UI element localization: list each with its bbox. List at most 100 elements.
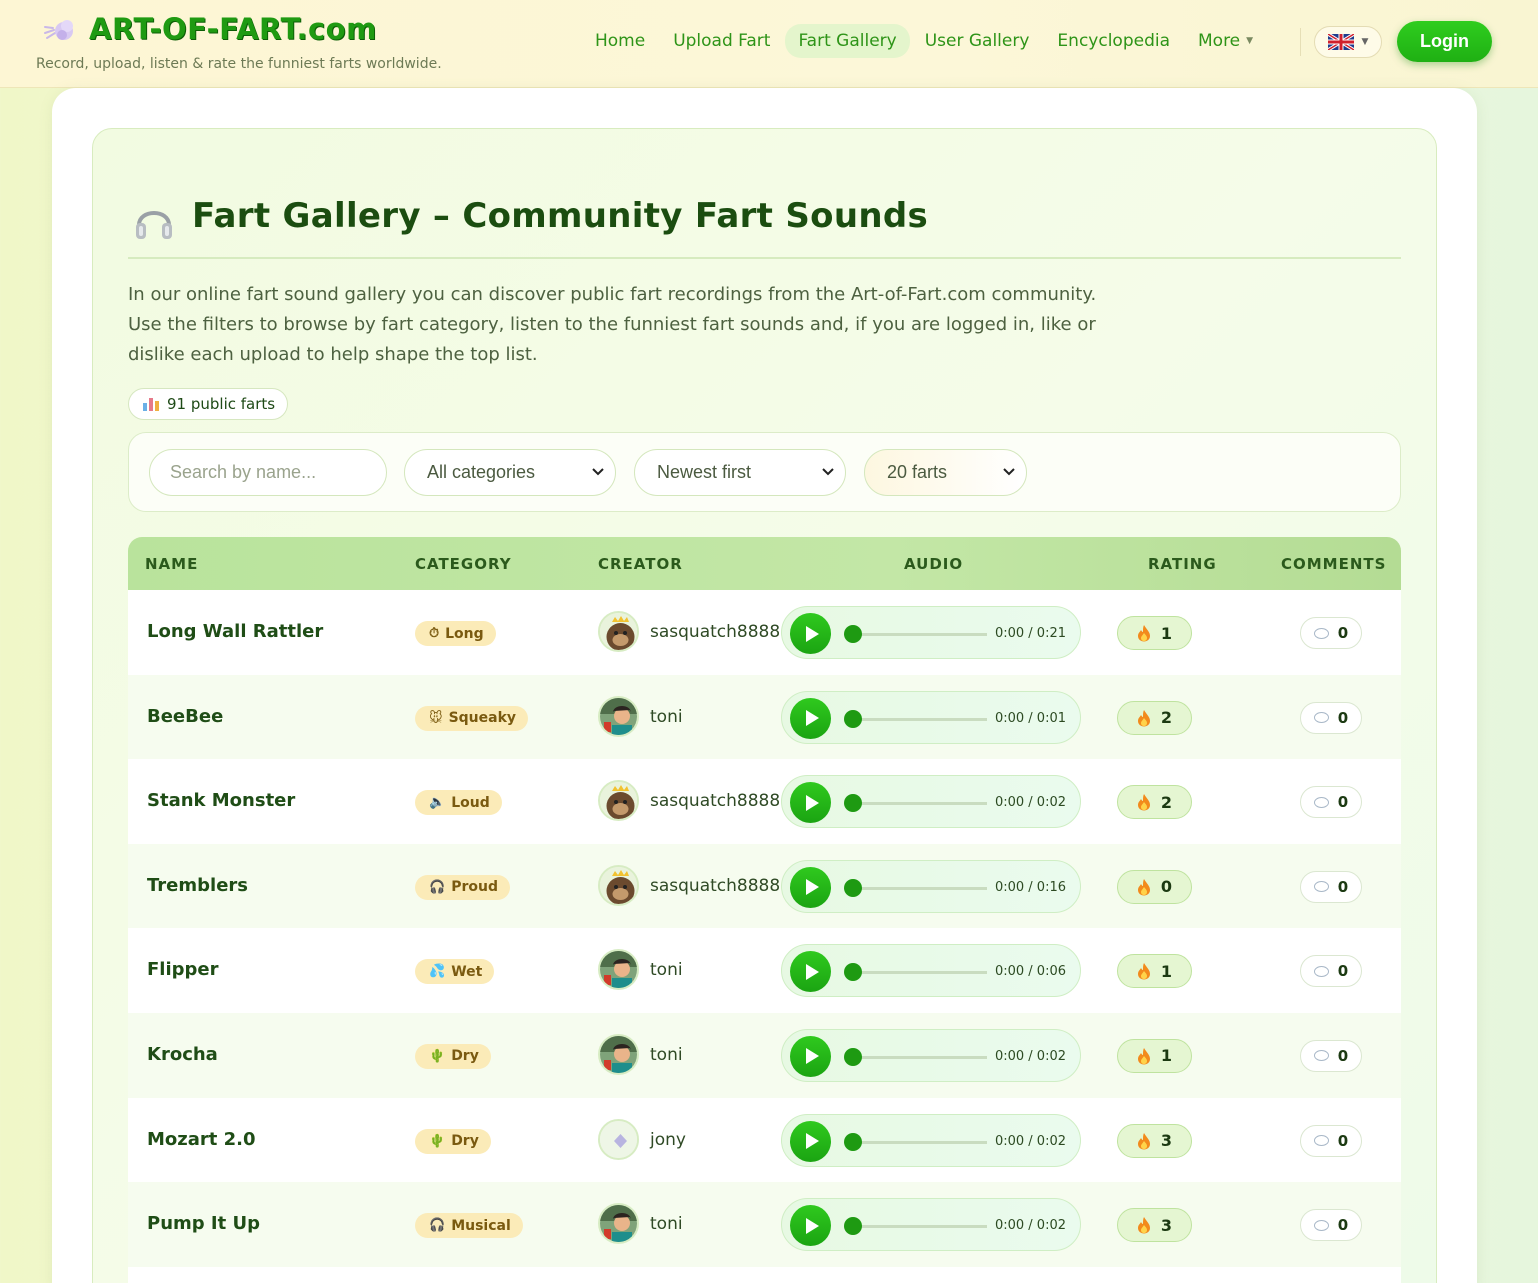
headphones-icon: 🎧 [429, 1218, 446, 1234]
audio-progress-thumb[interactable] [844, 878, 862, 897]
comments-badge[interactable]: 0 [1300, 955, 1362, 988]
col-header-rating[interactable]: RATING [1148, 555, 1217, 573]
site-logo-text[interactable]: ART-OF-FART.com [89, 12, 377, 46]
fart-name-link[interactable]: Pump It Up [147, 1213, 260, 1234]
speech-bubble-icon [1313, 712, 1329, 724]
audio-progress-thumb[interactable] [844, 794, 862, 813]
audio-progress-thumb[interactable] [844, 1217, 862, 1236]
col-header-name[interactable]: NAME [145, 555, 198, 573]
audio-progress-thumb[interactable] [844, 625, 862, 643]
sort-select[interactable]: Newest first [634, 449, 846, 496]
play-icon [806, 879, 819, 896]
category-select-value: All categories [427, 462, 536, 482]
rating-badge[interactable]: 3 [1117, 1208, 1192, 1243]
fart-name-link[interactable]: Mozart 2.0 [147, 1129, 256, 1150]
comments-badge[interactable]: 0 [1300, 1124, 1362, 1157]
play-button[interactable] [790, 1205, 831, 1247]
audio-progress-track[interactable] [852, 971, 987, 975]
audio-progress-thumb[interactable] [844, 1132, 862, 1151]
audio-progress-track[interactable] [852, 802, 987, 806]
col-header-comments[interactable]: COMMENTS [1281, 555, 1386, 573]
creator-link[interactable]: sasquatch8888 [650, 791, 780, 811]
search-input[interactable]: Search by name... [149, 449, 387, 496]
play-button[interactable] [790, 697, 831, 739]
comments-count: 0 [1337, 962, 1349, 981]
creator-link[interactable]: toni [650, 960, 683, 980]
nav-upload-fart[interactable]: Upload Fart [660, 24, 783, 58]
comments-badge[interactable]: 0 [1300, 786, 1362, 819]
avatar[interactable] [598, 780, 639, 822]
nav-home[interactable]: Home [582, 24, 658, 58]
fart-cloud-icon[interactable] [42, 16, 76, 46]
table-row: Pump It Up 🎧 Musical toni 0:00 / 0:02 3 … [128, 1182, 1401, 1267]
col-header-creator[interactable]: CREATOR [598, 555, 683, 573]
rating-badge[interactable]: 0 [1117, 869, 1192, 904]
audio-progress-thumb[interactable] [844, 963, 862, 982]
audio-progress-track[interactable] [852, 633, 987, 636]
comments-count: 0 [1337, 1131, 1349, 1150]
audio-progress-track[interactable] [852, 1140, 987, 1144]
fire-icon [1137, 625, 1150, 642]
comments-badge[interactable]: 0 [1300, 1209, 1362, 1242]
comments-badge[interactable]: 0 [1300, 617, 1362, 649]
fire-icon [1137, 794, 1150, 811]
category-badge: ⏱ Long [415, 621, 496, 646]
creator-link[interactable]: sasquatch8888 [650, 876, 780, 896]
comments-badge[interactable]: 0 [1300, 870, 1362, 903]
creator-link[interactable]: sasquatch8888 [650, 622, 780, 642]
nav-fart-gallery[interactable]: Fart Gallery [785, 24, 910, 58]
fart-name-link[interactable]: Tremblers [147, 875, 248, 896]
play-button[interactable] [790, 1035, 831, 1077]
language-selector[interactable]: ▼ [1314, 26, 1382, 58]
comments-badge[interactable]: 0 [1300, 701, 1362, 734]
creator-link[interactable]: toni [650, 707, 683, 727]
per-page-select[interactable]: 20 farts [864, 449, 1027, 496]
audio-progress-track[interactable] [852, 1225, 987, 1229]
rating-badge[interactable]: 3 [1117, 1123, 1192, 1158]
fart-name-link[interactable]: Long Wall Rattler [147, 621, 323, 642]
col-header-category[interactable]: CATEGORY [415, 555, 512, 573]
avatar[interactable] [598, 1118, 639, 1160]
nav-user-gallery[interactable]: User Gallery [912, 24, 1043, 58]
fart-name-link[interactable]: Stank Monster [147, 790, 295, 811]
play-button[interactable] [790, 866, 831, 908]
audio-progress-track[interactable] [852, 717, 987, 721]
rating-badge[interactable]: 1 [1117, 616, 1192, 650]
play-button[interactable] [790, 1120, 831, 1162]
audio-player: 0:00 / 0:02 [781, 1198, 1081, 1252]
avatar[interactable] [598, 695, 639, 737]
play-button[interactable] [790, 951, 831, 993]
rating-badge[interactable]: 1 [1117, 1038, 1192, 1073]
fart-name-link[interactable]: Flipper [147, 959, 219, 980]
play-button[interactable] [790, 782, 831, 824]
play-icon [806, 625, 819, 642]
rating-badge[interactable]: 1 [1117, 954, 1192, 989]
audio-progress-thumb[interactable] [844, 709, 862, 728]
creator-link[interactable]: toni [650, 1045, 683, 1065]
avatar[interactable] [598, 949, 639, 991]
public-count-badge: 91 public farts [128, 388, 289, 420]
creator-link[interactable]: jony [650, 1130, 686, 1150]
comments-badge[interactable]: 0 [1300, 1039, 1362, 1072]
fart-name-link[interactable]: Krocha [147, 1044, 218, 1065]
nav-more-dropdown[interactable]: More ▼ [1185, 24, 1266, 58]
audio-progress-track[interactable] [852, 1055, 987, 1059]
login-button[interactable]: Login [1397, 21, 1492, 62]
play-button[interactable] [790, 613, 831, 654]
rating-badge[interactable]: 2 [1117, 785, 1192, 820]
audio-progress-track[interactable] [852, 886, 987, 890]
rating-badge[interactable]: 2 [1117, 700, 1192, 735]
avatar[interactable] [598, 1033, 639, 1075]
category-select[interactable]: All categories [404, 449, 616, 496]
site-header: ART-OF-FART.com Record, upload, listen &… [0, 0, 1538, 88]
nav-encyclopedia[interactable]: Encyclopedia [1044, 24, 1183, 58]
audio-progress-thumb[interactable] [844, 1047, 862, 1066]
avatar[interactable] [598, 864, 639, 906]
rating-value: 0 [1160, 877, 1173, 897]
fart-name-link[interactable]: BeeBee [147, 706, 223, 727]
category-label: Squeaky [448, 710, 517, 727]
creator-link[interactable]: toni [650, 1214, 683, 1234]
avatar[interactable] [598, 611, 639, 652]
category-label: Wet [451, 963, 483, 980]
avatar[interactable] [598, 1203, 639, 1245]
